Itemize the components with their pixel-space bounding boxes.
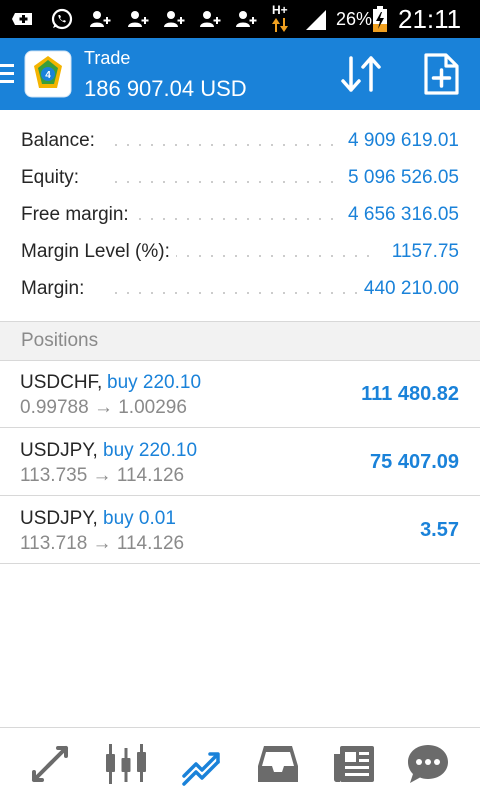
position-prices: 0.99788 → 1.00296 [20, 397, 187, 418]
app-bar: 4 Trade 186 907.04 USD [0, 38, 480, 110]
news-icon [334, 746, 374, 782]
position-profit: 3.57 [420, 519, 459, 541]
position-symbol: USDJPY, [20, 440, 98, 461]
add-contact-icon [164, 11, 185, 27]
account-profit: 186 907.04 USD [84, 76, 247, 101]
positions-heading: Positions [21, 330, 99, 351]
summary-row-free-margin: Free margin: 4 656 316.05 [0, 192, 480, 229]
position-symbol: USDCHF, [20, 372, 103, 393]
summary-row-margin: Margin: 440 210.00 [0, 266, 480, 303]
tab-chat[interactable] [404, 742, 452, 786]
summary-value: 4 909 619.01 [342, 130, 459, 152]
battery-charging-icon [373, 6, 387, 32]
dotted-leader [110, 181, 370, 183]
position-prices: 113.735 → 114.126 [20, 465, 185, 486]
position-profit: 75 407.09 [370, 451, 459, 473]
whatsapp-icon [51, 8, 73, 30]
network-type-label: H+ [272, 3, 288, 17]
add-notification-icon [12, 13, 32, 25]
status-clock: 21:11 [398, 4, 462, 34]
summary-row-balance: Balance: 4 909 619.01 [0, 118, 480, 155]
positions-section-header: Positions [0, 322, 480, 360]
position-prices: 113.718 → 114.126 [20, 533, 185, 554]
battery-percent: 26% [336, 9, 373, 29]
summary-value: 4 656 316.05 [342, 204, 459, 226]
tab-news[interactable] [330, 742, 378, 786]
summary-label: Margin: [21, 278, 91, 300]
dotted-leader [110, 292, 370, 294]
history-inbox-icon [258, 746, 298, 782]
tab-trade[interactable] [178, 742, 226, 786]
svg-text:4: 4 [45, 70, 51, 81]
add-contact-icon [128, 11, 149, 27]
summary-value: 440 210.00 [357, 278, 459, 300]
add-contact-icon [90, 11, 111, 27]
chat-bubble-icon [408, 745, 448, 783]
summary-label: Balance: [21, 130, 101, 152]
page-title: Trade [84, 48, 131, 68]
summary-row-equity: Equity: 5 096 526.05 [0, 155, 480, 192]
trade-trend-icon [182, 752, 220, 786]
dotted-leader [110, 144, 370, 146]
position-symbol: USDJPY, [20, 508, 98, 529]
add-contact-icon [200, 11, 221, 27]
summary-row-margin-level: Margin Level (%): 1157.75 [0, 229, 480, 266]
position-side: buy 220.10 [107, 372, 202, 393]
position-side: buy 0.01 [103, 508, 176, 529]
tab-history[interactable] [254, 742, 302, 786]
position-row[interactable]: USDCHF, buy 220.10 0.99788 → 1.00296 111… [0, 361, 480, 428]
position-profit: 111 480.82 [361, 383, 459, 405]
summary-value: 5 096 526.05 [342, 167, 459, 189]
candlestick-chart-icon [106, 744, 146, 784]
quotes-arrows-icon [32, 746, 68, 782]
sort-button[interactable] [338, 54, 384, 94]
position-row[interactable]: USDJPY, buy 220.10 113.735 → 114.126 75 … [0, 429, 480, 496]
menu-icon[interactable] [0, 62, 16, 86]
position-side: buy 220.10 [103, 440, 198, 461]
data-transfer-icon [272, 18, 288, 32]
dotted-leader [110, 218, 370, 220]
summary-value: 1157.75 [385, 241, 459, 263]
add-contact-icon [236, 11, 257, 27]
metatrader-logo-icon[interactable]: 4 [24, 50, 72, 98]
summary-label: Margin Level (%): [21, 241, 176, 263]
tab-quotes[interactable] [26, 742, 74, 786]
account-summary: Balance: 4 909 619.01 Equity: 5 096 526.… [0, 118, 480, 303]
position-row[interactable]: USDJPY, buy 0.01 113.718 → 114.126 3.57 [0, 497, 480, 564]
summary-label: Free margin: [21, 204, 135, 226]
status-bar: H+ 26% 21:11 [0, 0, 480, 38]
bottom-navigation [0, 727, 480, 801]
new-order-button[interactable] [420, 52, 462, 96]
tab-charts[interactable] [102, 742, 150, 786]
signal-icon [306, 10, 326, 30]
summary-label: Equity: [21, 167, 86, 189]
